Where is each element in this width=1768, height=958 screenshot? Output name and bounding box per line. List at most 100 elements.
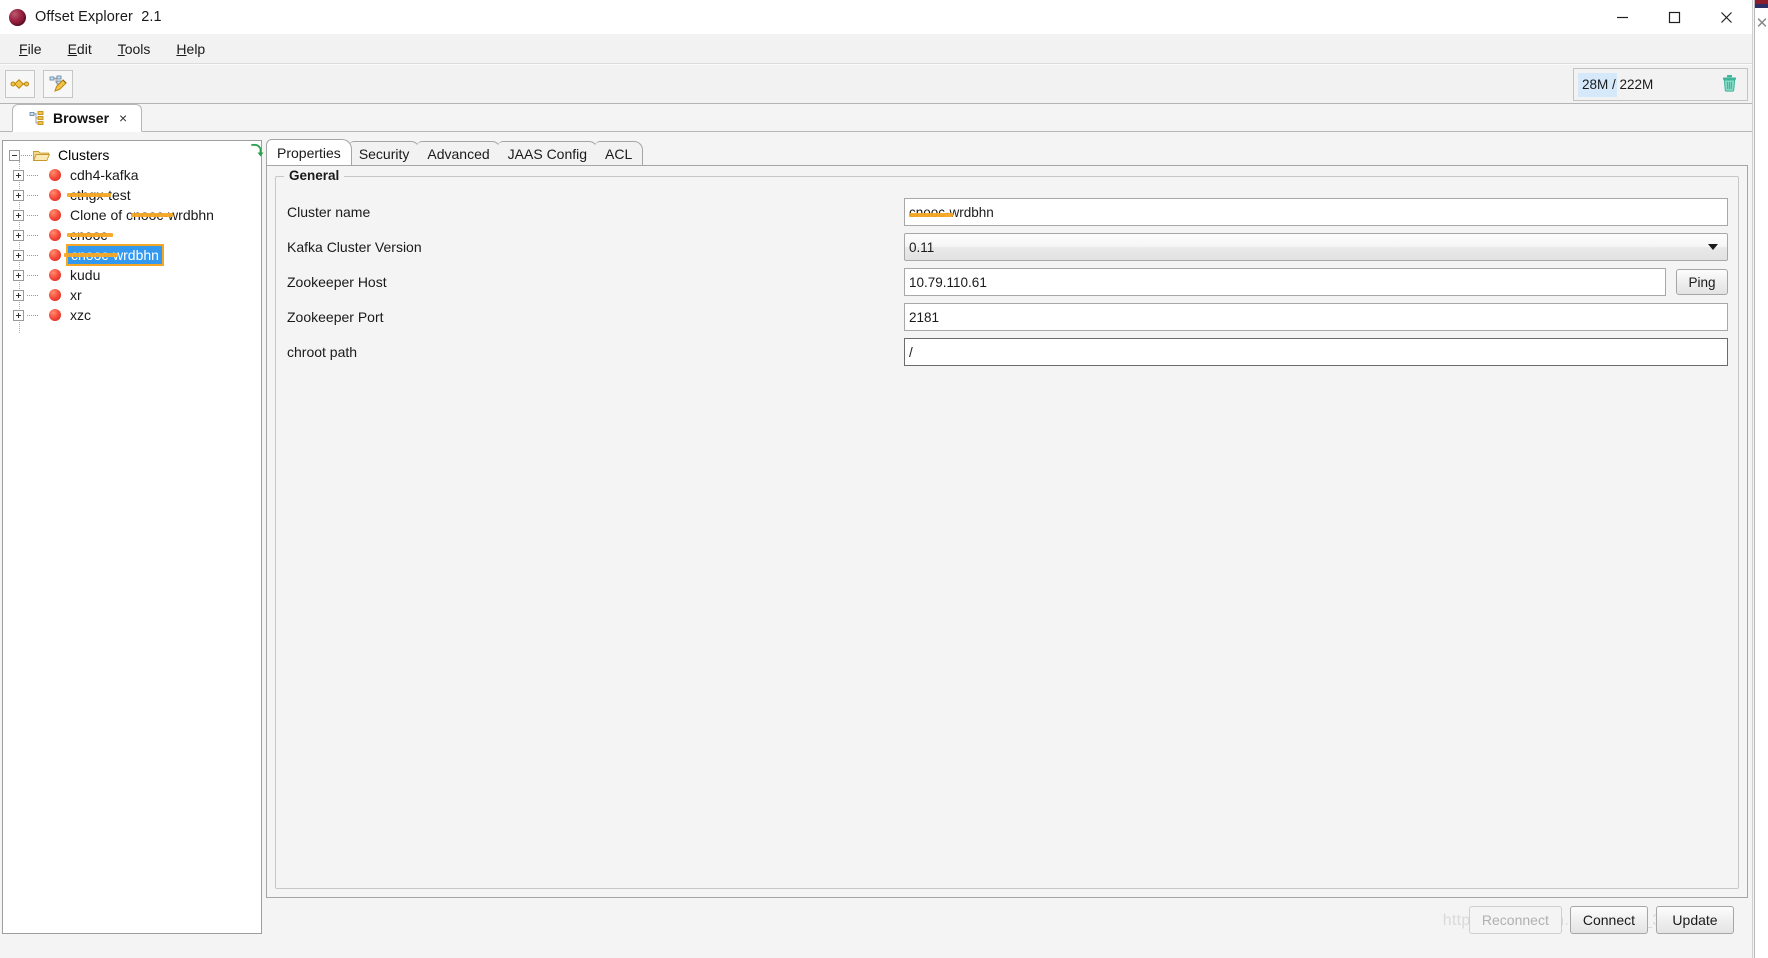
tree-connector xyxy=(27,314,38,316)
tree-item-cnooc-wrdbhn[interactable]: cnooc-wrdbhn xyxy=(3,244,261,266)
cluster-properties-area: Properties Security Advanced JAAS Config… xyxy=(251,132,1752,942)
properties-panel: General Cluster name cnooc-wrdbhn Kafka … xyxy=(266,165,1748,898)
tree-expand-toggle[interactable] xyxy=(13,229,24,241)
maximize-icon[interactable] xyxy=(1648,0,1700,34)
chevron-down-icon[interactable] xyxy=(1708,244,1718,250)
menu-item-edit[interactable]: Edit xyxy=(55,38,105,60)
main-body: Clusters cdh4-kafka cthgx-test Clone of … xyxy=(0,132,1752,942)
trash-icon[interactable] xyxy=(1721,73,1738,97)
cluster-name-input[interactable]: cnooc-wrdbhn xyxy=(904,198,1728,226)
menu-tools-mnemonic: T xyxy=(117,40,125,57)
form-row-cluster-name: Cluster name cnooc-wrdbhn xyxy=(286,195,1728,229)
window-version-text: 2.1 xyxy=(141,9,162,25)
title-bar: Offset Explorer 2.1 xyxy=(0,0,1752,34)
editor-tab-strip: Browser × xyxy=(0,104,1752,132)
tab-browser-close-icon[interactable]: × xyxy=(117,110,129,126)
window-title: Offset Explorer 2.1 xyxy=(35,9,162,25)
cluster-status-dot-icon xyxy=(49,189,61,201)
tree-connector xyxy=(27,254,38,256)
tree-root-clusters[interactable]: Clusters xyxy=(3,145,261,165)
menu-file-rest: ile xyxy=(27,40,42,57)
connect-button[interactable]: Connect xyxy=(1569,906,1648,934)
form-row-chroot-path: chroot path / xyxy=(286,335,1728,369)
tab-jaas-config[interactable]: JAAS Config xyxy=(497,141,599,165)
ping-button[interactable]: Ping xyxy=(1676,269,1728,295)
minimize-icon[interactable] xyxy=(1596,0,1648,34)
memory-usage-text: 28M / 222M xyxy=(1582,77,1654,92)
connect-cluster-icon xyxy=(10,79,29,89)
tree-item-cthgx-test[interactable]: cthgx-test xyxy=(3,185,261,205)
menu-item-tools[interactable]: Tools xyxy=(105,38,164,60)
tab-security[interactable]: Security xyxy=(348,141,421,165)
sphere-icon xyxy=(9,8,26,26)
general-group-title: General xyxy=(284,168,345,183)
menu-bar: File Edit Tools Help xyxy=(0,34,1752,64)
tab-advanced[interactable]: Advanced xyxy=(417,141,501,165)
tree-item-cnooc[interactable]: cnooc xyxy=(3,225,261,245)
status-bar xyxy=(0,942,1752,958)
application-window: ✕ Offset Explorer 2.1 File Edit Tools He… xyxy=(0,0,1768,958)
tree-connector xyxy=(27,194,38,196)
tree-expand-toggle[interactable] xyxy=(13,269,24,281)
cluster-status-dot-icon xyxy=(49,229,61,241)
reconnect-button-label: Reconnect xyxy=(1481,912,1549,928)
add-cluster-button[interactable] xyxy=(5,70,35,98)
chroot-path-value: / xyxy=(909,344,913,360)
zookeeper-host-input[interactable]: 10.79.110.61 xyxy=(904,268,1666,296)
memory-indicator[interactable]: 28M / 222M xyxy=(1573,68,1748,101)
zookeeper-port-input[interactable]: 2181 xyxy=(904,303,1728,331)
tree-expand-toggle[interactable] xyxy=(13,249,24,261)
cluster-status-dot-icon xyxy=(49,309,61,321)
tab-acl[interactable]: ACL xyxy=(595,141,644,165)
tree-item-label: xzc xyxy=(70,307,91,323)
tab-browser[interactable]: Browser × xyxy=(12,104,143,132)
tree-expand-toggle[interactable] xyxy=(13,209,24,221)
sync-refresh-icon[interactable] xyxy=(248,142,266,160)
cluster-status-dot-icon xyxy=(49,209,61,221)
background-window-accent xyxy=(1755,0,1768,4)
tree-item-cdh4-kafka[interactable]: cdh4-kafka xyxy=(3,165,261,185)
tree-expand-toggle[interactable] xyxy=(13,169,24,181)
edit-tree-icon xyxy=(49,75,67,92)
tree-item-label: cnooc xyxy=(70,227,108,243)
menu-item-help[interactable]: Help xyxy=(163,38,218,60)
tree-item-kudu[interactable]: kudu xyxy=(3,265,261,285)
cluster-tree-panel: Clusters cdh4-kafka cthgx-test Clone of … xyxy=(2,140,262,934)
edit-cluster-button[interactable] xyxy=(43,70,73,98)
cluster-name-value-wrap: cnooc-wrdbhn xyxy=(909,205,994,220)
tree-root-collapse-toggle[interactable] xyxy=(9,149,20,161)
kafka-cluster-version-label: Kafka Cluster Version xyxy=(287,239,422,255)
tree-connector xyxy=(27,274,38,276)
tab-security-label: Security xyxy=(358,145,410,162)
memory-progress-bar: 28M / 222M xyxy=(1574,69,1717,100)
tree-item-xr[interactable]: xr xyxy=(3,285,261,305)
tree-item-xzc[interactable]: xzc xyxy=(3,305,261,325)
tree-expand-toggle[interactable] xyxy=(13,189,24,201)
zookeeper-host-value: 10.79.110.61 xyxy=(909,274,987,290)
tree-connector xyxy=(21,154,32,156)
tab-jaas-config-label: JAAS Config xyxy=(507,145,588,162)
form-row-zookeeper-port: Zookeeper Port 2181 xyxy=(286,300,1728,334)
kafka-cluster-version-select[interactable]: 0.11 xyxy=(904,233,1728,261)
connect-button-label: Connect xyxy=(1582,912,1635,928)
cluster-name-label: Cluster name xyxy=(287,204,371,220)
tab-browser-label: Browser xyxy=(53,110,110,126)
kafka-cluster-version-value: 0.11 xyxy=(909,239,935,255)
reconnect-button[interactable]: Reconnect xyxy=(1468,906,1562,934)
tree-item-clone-of-cnooc-wrdbhn[interactable]: Clone of cnooc-wrdbhn xyxy=(3,205,261,225)
tree-root-label: Clusters xyxy=(58,147,110,163)
tree-expand-toggle[interactable] xyxy=(13,309,24,321)
tree-expand-toggle[interactable] xyxy=(13,289,24,301)
offset-explorer-window: Offset Explorer 2.1 File Edit Tools Help xyxy=(0,0,1753,958)
tree-browser-icon xyxy=(29,111,44,125)
close-icon[interactable] xyxy=(1700,0,1752,34)
update-button-label: Update xyxy=(1672,912,1718,928)
tab-properties[interactable]: Properties xyxy=(266,139,352,165)
menu-item-file[interactable]: File xyxy=(6,38,55,60)
background-window-sliver: ✕ xyxy=(1754,0,1768,958)
tab-acl-label: ACL xyxy=(605,145,633,162)
update-button[interactable]: Update xyxy=(1656,906,1734,934)
properties-tab-bar: Properties Security Advanced JAAS Config… xyxy=(266,139,1748,165)
menu-tools-rest: ools xyxy=(124,40,151,57)
chroot-path-input[interactable]: / xyxy=(904,338,1728,366)
